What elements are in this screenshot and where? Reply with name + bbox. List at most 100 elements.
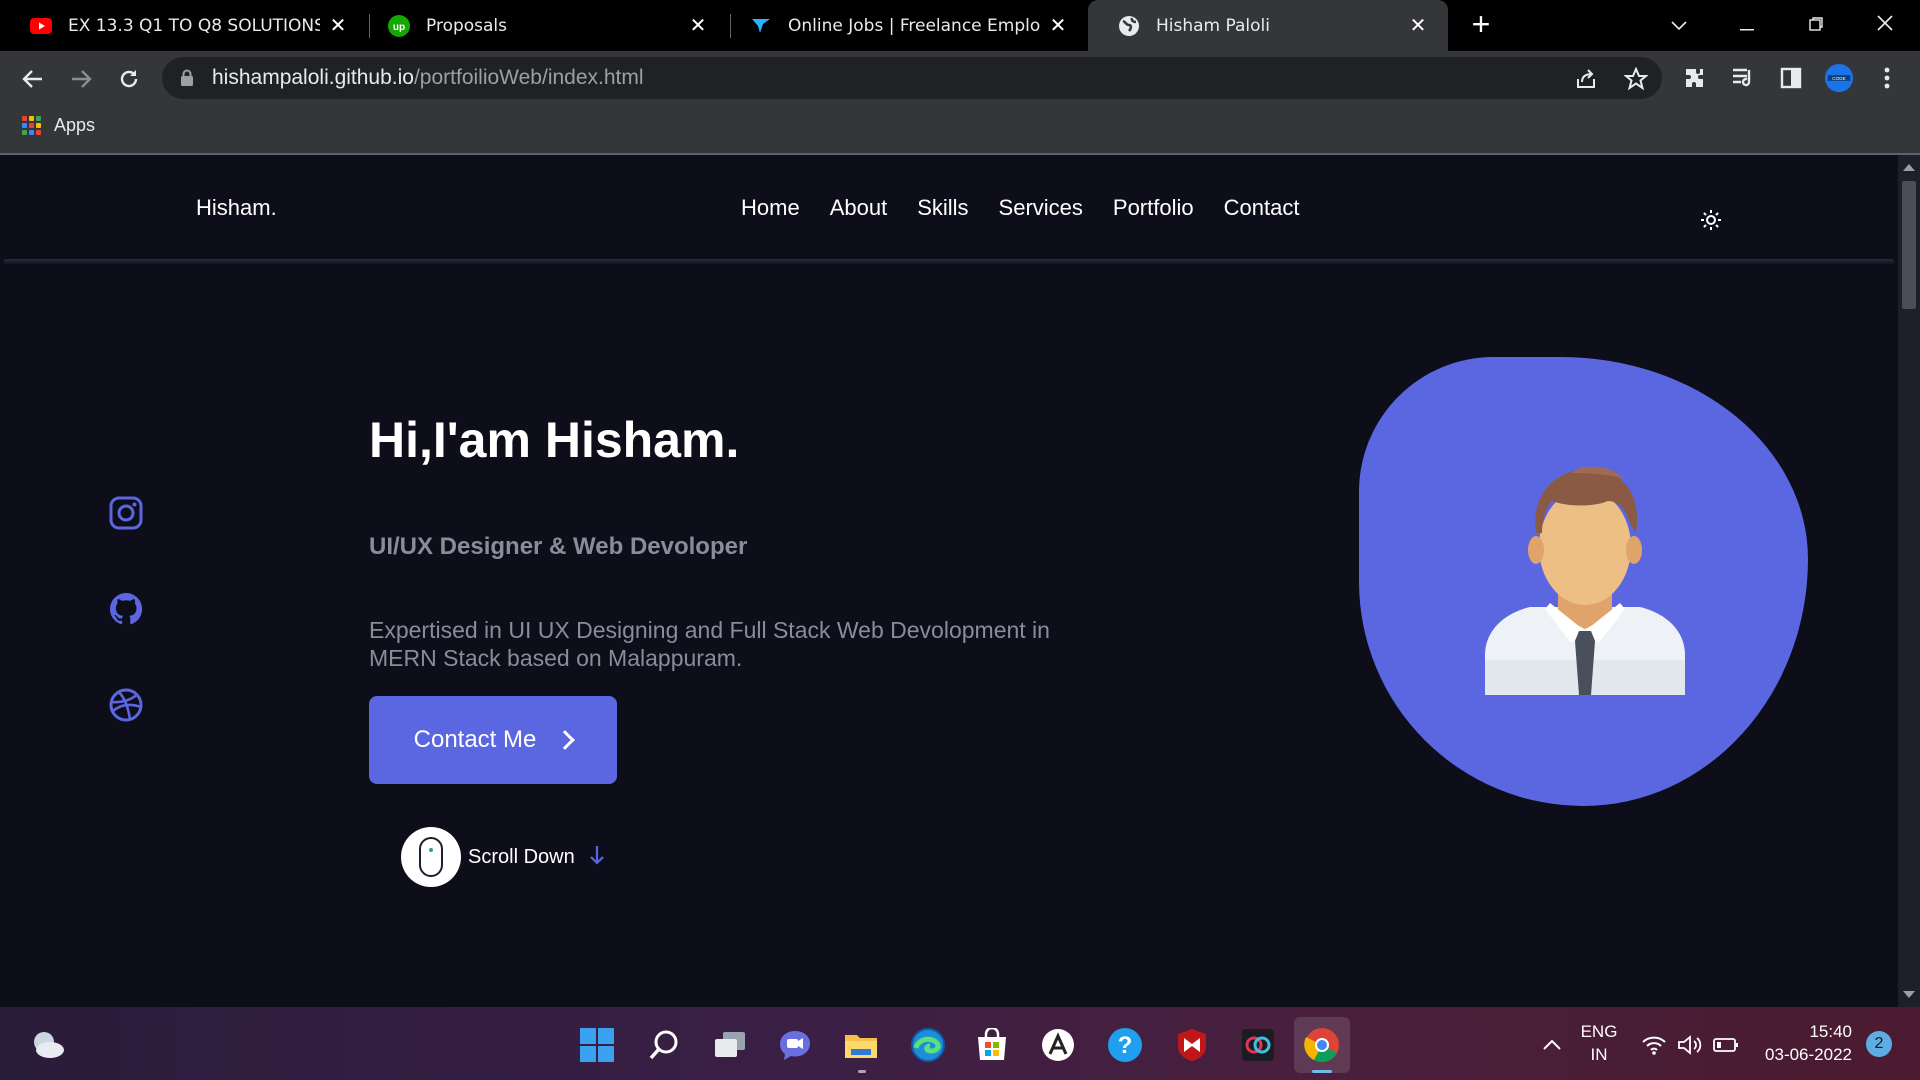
more-menu-icon[interactable]: [1872, 63, 1902, 93]
teams-chat-icon[interactable]: [777, 1027, 813, 1063]
arrow-down-icon: [589, 845, 605, 870]
tab-search-icon[interactable]: [1656, 8, 1702, 42]
restore-icon[interactable]: [1793, 8, 1839, 42]
app-icon[interactable]: [1040, 1027, 1076, 1063]
address-bar[interactable]: hishampaloli.github.io/portfoilioWeb/ind…: [162, 57, 1662, 99]
task-view-icon[interactable]: [712, 1027, 748, 1063]
scroll-down-label: Scroll Down: [468, 845, 575, 868]
file-explorer-icon[interactable]: [843, 1027, 879, 1063]
scroll-down-icon[interactable]: [1903, 991, 1915, 998]
tab-youtube[interactable]: EX 13.3 Q1 TO Q8 SOLUTIONS OF ✕: [0, 0, 368, 51]
nav-home[interactable]: Home: [741, 195, 800, 221]
tab-title: Online Jobs | Freelance Employm: [788, 15, 1040, 36]
page-scrollbar[interactable]: [1898, 155, 1920, 1007]
clock[interactable]: 15:40 03-06-2022: [1752, 1022, 1852, 1065]
language-code: ENG: [1580, 1022, 1618, 1041]
chevron-right-icon: [555, 730, 576, 750]
svg-text:?: ?: [1118, 1032, 1133, 1059]
nav-services[interactable]: Services: [999, 195, 1083, 221]
hero-title: Hi,I'am Hisham.: [369, 412, 740, 468]
theme-toggle-sun-icon[interactable]: [1700, 209, 1722, 231]
mcafee-icon[interactable]: [1174, 1027, 1210, 1063]
close-tab-icon[interactable]: ✕: [1408, 16, 1428, 36]
tab-title: EX 13.3 Q1 TO Q8 SOLUTIONS OF: [68, 15, 320, 36]
lock-icon[interactable]: [180, 69, 194, 92]
contact-me-button[interactable]: Contact Me: [369, 696, 617, 784]
region-code: IN: [1590, 1045, 1608, 1064]
bookmarks-bar: Apps: [0, 108, 1920, 152]
apps-grid-icon: [22, 116, 41, 135]
scrollbar-thumb[interactable]: [1902, 181, 1916, 309]
tab-freelancer[interactable]: Online Jobs | Freelance Employm ✕: [720, 0, 1088, 51]
instagram-icon[interactable]: [108, 495, 144, 531]
scroll-down-link[interactable]: Scroll Down: [401, 827, 605, 887]
url-path: /portfoilioWeb/index.html: [413, 66, 644, 89]
nav-skills[interactable]: Skills: [917, 195, 968, 221]
extensions-icon[interactable]: [1680, 63, 1710, 93]
globe-icon: [1118, 15, 1140, 37]
upwork-icon: up: [388, 14, 410, 37]
nav-about[interactable]: About: [830, 195, 888, 221]
microsoft-store-icon[interactable]: [974, 1027, 1010, 1063]
clock-time: 15:40: [1809, 1022, 1852, 1041]
site-logo[interactable]: Hisham.: [196, 195, 277, 221]
svg-text:CODE: CODE: [1832, 76, 1846, 81]
bookmark-apps[interactable]: Apps: [22, 115, 95, 136]
tab-title: Proposals: [426, 15, 508, 36]
header-divider: [4, 259, 1894, 264]
taskbar-active-indicator: [1312, 1070, 1332, 1073]
tab-proposals[interactable]: up Proposals ✕: [358, 0, 728, 51]
help-icon[interactable]: ?: [1107, 1027, 1143, 1063]
close-tab-icon[interactable]: ✕: [1048, 16, 1068, 36]
freelancer-icon: [750, 15, 772, 37]
hero-description: Expertised in UI UX Designing and Full S…: [369, 617, 1050, 671]
weather-icon[interactable]: [30, 1027, 66, 1063]
svg-text:up: up: [393, 22, 405, 33]
bookmark-star-icon[interactable]: [1623, 66, 1649, 91]
close-tab-icon[interactable]: ✕: [688, 16, 708, 36]
language-indicator[interactable]: ENG IN: [1574, 1022, 1624, 1065]
volume-icon[interactable]: [1672, 1027, 1708, 1063]
url-text: hishampaloli.github.io/portfoilioWeb/ind…: [212, 66, 644, 90]
taskbar-running-indicator: [858, 1070, 866, 1073]
reload-icon[interactable]: [112, 62, 146, 96]
forward-icon[interactable]: [64, 62, 98, 96]
creative-cloud-icon[interactable]: [1240, 1027, 1276, 1063]
hero-subtitle: UI/UX Designer & Web Devoloper: [369, 533, 748, 560]
github-icon[interactable]: [108, 591, 144, 627]
close-window-icon[interactable]: [1862, 8, 1908, 42]
new-tab-button[interactable]: +: [1466, 8, 1496, 40]
scroll-up-icon[interactable]: [1903, 164, 1915, 171]
back-icon[interactable]: [16, 62, 50, 96]
tab-hisham-paloli[interactable]: Hisham Paloli ✕: [1088, 0, 1448, 51]
page-viewport: Hisham. Home About Skills Services Portf…: [0, 155, 1898, 1007]
windows-taskbar: [0, 1007, 1920, 1080]
site-nav: Home About Skills Services Portfolio Con…: [741, 195, 1329, 221]
wifi-icon[interactable]: [1636, 1027, 1672, 1063]
mouse-scroll-icon: [401, 827, 461, 887]
nav-contact[interactable]: Contact: [1224, 195, 1300, 221]
url-host: hishampaloli.github.io: [212, 66, 414, 89]
notification-badge[interactable]: 2: [1866, 1031, 1892, 1057]
search-icon[interactable]: [646, 1027, 682, 1063]
tab-strip: EX 13.3 Q1 TO Q8 SOLUTIONS OF ✕ up Propo…: [0, 0, 1920, 51]
media-control-icon[interactable]: [1728, 63, 1758, 93]
youtube-icon: [30, 15, 52, 37]
dribbble-icon[interactable]: [108, 687, 144, 723]
profile-avatar-icon[interactable]: CODE: [1824, 63, 1854, 93]
avatar-illustration: [1485, 466, 1685, 695]
minimize-icon[interactable]: [1724, 8, 1770, 42]
nav-portfolio[interactable]: Portfolio: [1113, 195, 1194, 221]
chrome-icon[interactable]: [1304, 1027, 1340, 1063]
site-header: Hisham. Home About Skills Services Portf…: [0, 155, 1898, 261]
start-icon[interactable]: [579, 1027, 615, 1063]
bookmark-label: Apps: [54, 115, 96, 135]
contact-me-label: Contact Me: [413, 726, 537, 753]
side-panel-icon[interactable]: [1776, 63, 1806, 93]
share-icon[interactable]: [1574, 67, 1598, 91]
clock-date: 03-06-2022: [1765, 1045, 1852, 1064]
chevron-up-icon[interactable]: [1534, 1027, 1570, 1063]
edge-icon[interactable]: [910, 1027, 946, 1063]
battery-icon[interactable]: [1708, 1027, 1744, 1063]
close-tab-icon[interactable]: ✕: [328, 16, 348, 36]
